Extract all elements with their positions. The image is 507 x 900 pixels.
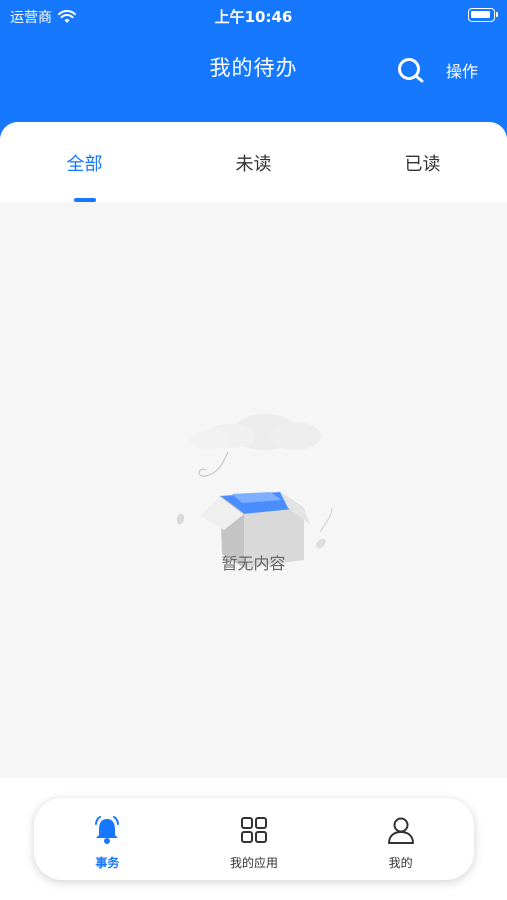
status-bar: 运营商 上午10:46 [0, 0, 507, 32]
tab-unread[interactable]: 未读 [169, 122, 338, 202]
battery-icon [468, 8, 498, 22]
header-bar: 运营商 上午10:46 我的待办 操作 [0, 0, 507, 140]
status-time: 上午10:46 [214, 8, 293, 26]
bottom-nav-label: 我的 [388, 856, 413, 870]
bottom-nav-me[interactable]: 我的 [327, 798, 474, 880]
search-icon[interactable] [396, 56, 426, 86]
bottom-nav: 事务 我的应用 我的 [34, 798, 474, 880]
bottom-nav-label: 事务 [95, 856, 120, 870]
action-button[interactable]: 操作 [446, 58, 478, 82]
tab-bar: 全部 未读 已读 [0, 122, 507, 202]
bottom-nav-affairs[interactable]: 事务 [34, 798, 181, 880]
empty-state-text: 暂无内容 [221, 554, 286, 573]
bottom-nav-label: 我的应用 [230, 856, 279, 870]
bottom-nav-my-apps[interactable]: 我的应用 [181, 798, 328, 880]
tab-all[interactable]: 全部 [0, 122, 169, 202]
grid-icon [241, 817, 267, 843]
page-title: 我的待办 [209, 56, 298, 80]
user-icon [387, 817, 414, 844]
content-card: 全部 未读 已读 暂无内容 [0, 122, 507, 778]
bell-icon [95, 816, 120, 844]
tab-indicator [74, 198, 96, 202]
tab-read[interactable]: 已读 [338, 122, 507, 202]
